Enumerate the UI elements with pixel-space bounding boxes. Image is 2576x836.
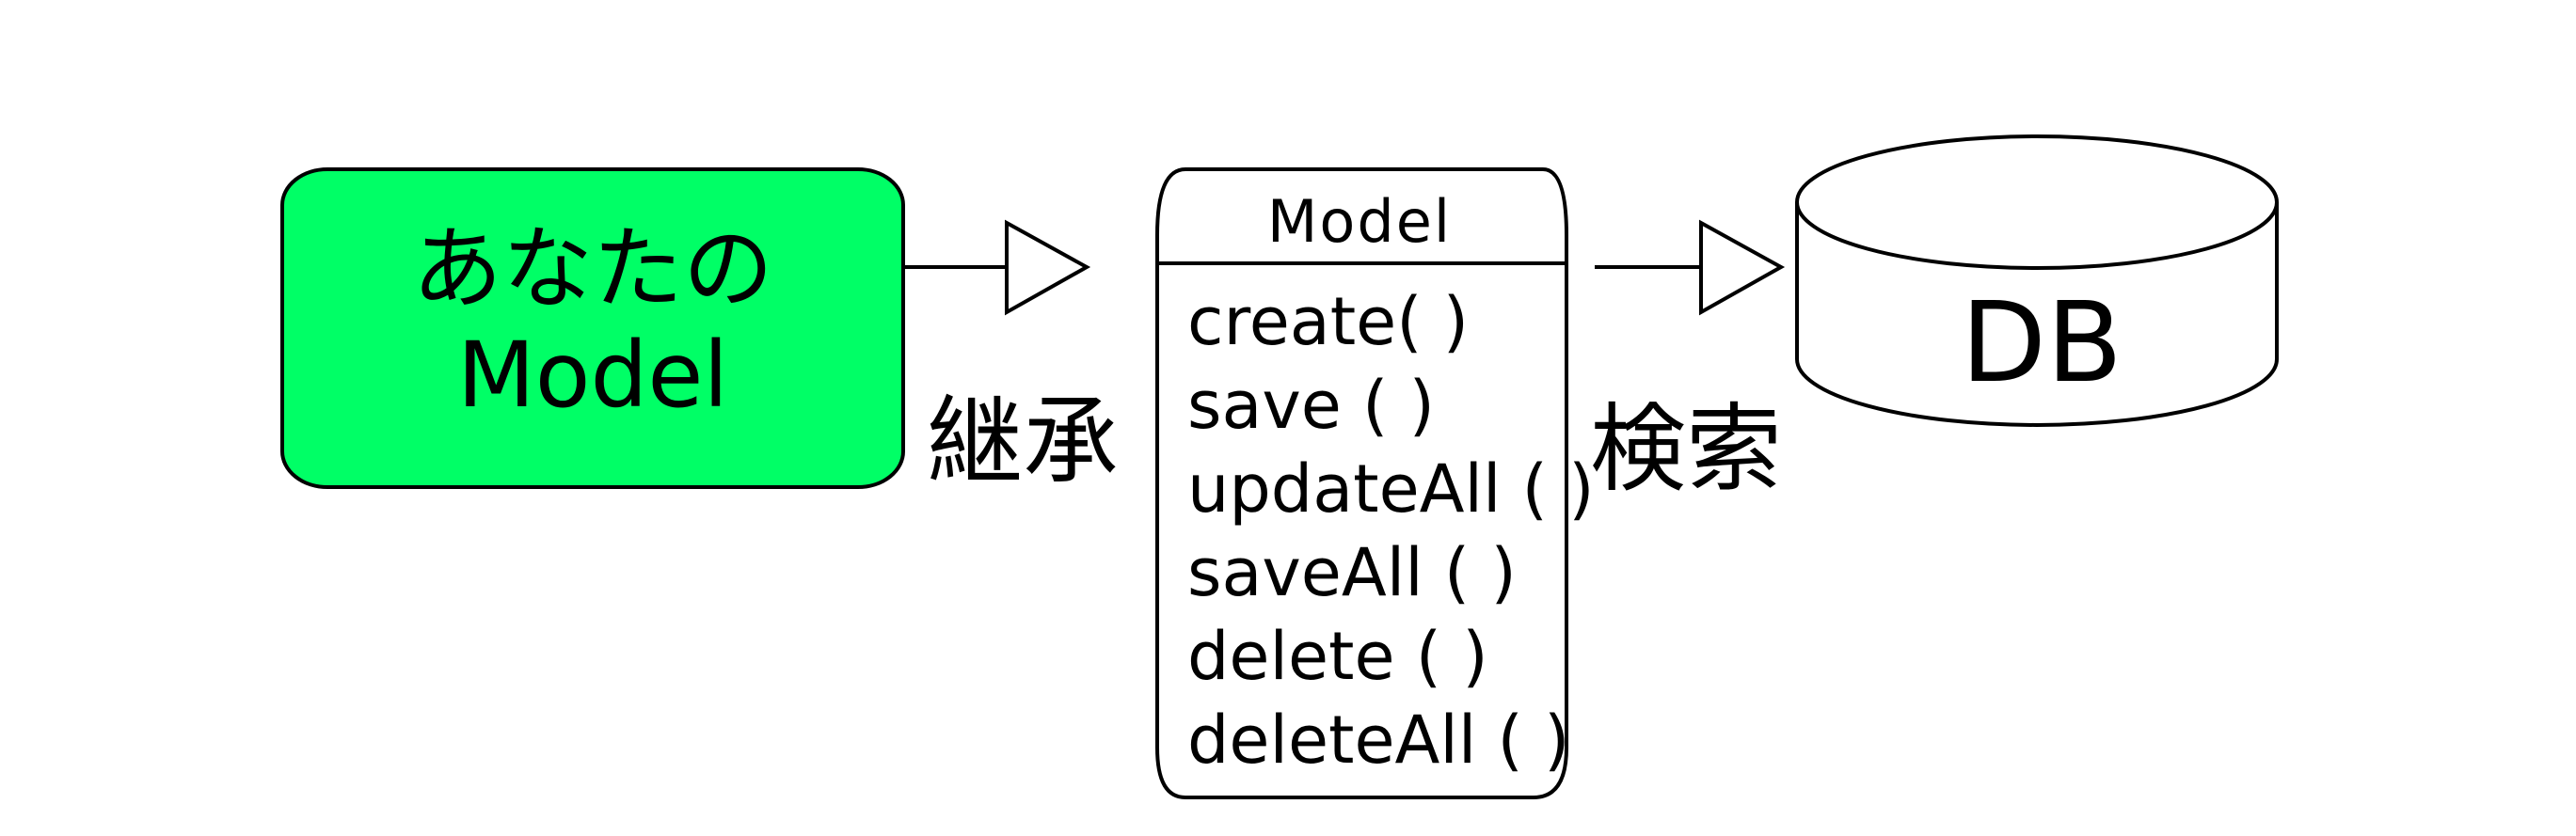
method-create: create( ): [1187, 283, 1470, 360]
search-arrowhead: [1699, 219, 1786, 316]
search-label: 検索: [1590, 394, 1782, 506]
model-class-title: Model: [1266, 187, 1453, 256]
database-label: DB: [1961, 277, 2123, 407]
inheritance-diagram: あなたの Model 継承 Model create( ) save ( ) u…: [0, 0, 2576, 836]
database-cylinder-top: [1795, 134, 2279, 270]
inheritance-label: 継承: [927, 386, 1119, 498]
inheritance-arrowhead: [1005, 219, 1091, 316]
method-delete: delete ( ): [1187, 618, 1488, 695]
method-save: save ( ): [1187, 367, 1435, 444]
your-model-label: あなたの Model: [282, 216, 903, 430]
method-delete-all: deleteAll ( ): [1187, 702, 1570, 779]
method-save-all: saveAll ( ): [1187, 534, 1517, 611]
model-method-list: create( ) save ( ) updateAll ( ) saveAll…: [1187, 280, 1595, 782]
your-model-label-line2: Model: [456, 323, 729, 429]
method-update-all: updateAll ( ): [1187, 450, 1595, 528]
your-model-label-line1: あなたの: [412, 216, 773, 322]
